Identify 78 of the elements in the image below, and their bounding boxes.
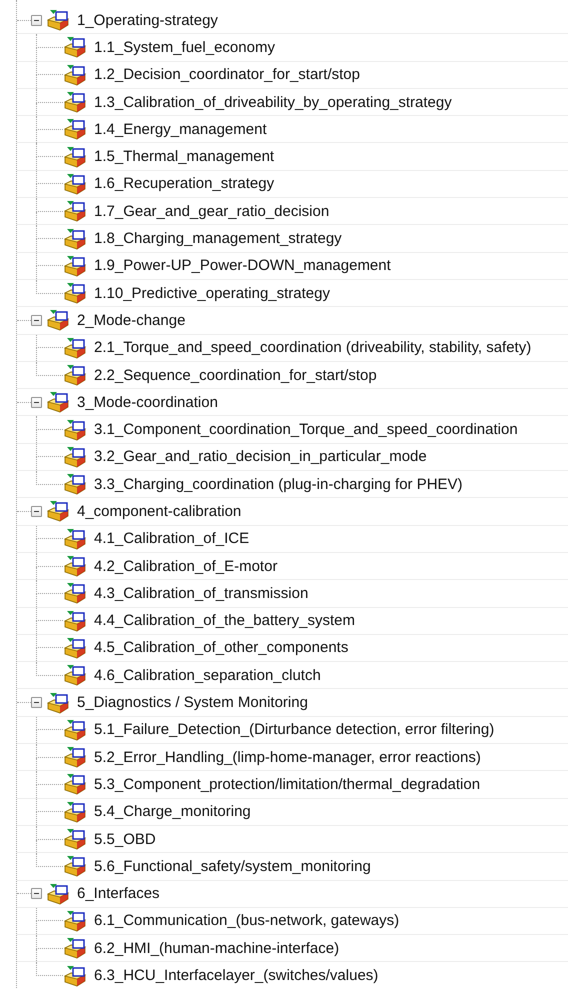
- tree-node-label[interactable]: 1.4_Energy_management: [94, 120, 267, 138]
- tree-node-label[interactable]: 1.2_Decision_coordinator_for_start/stop: [94, 66, 360, 84]
- tree-node-label[interactable]: 6_Interfaces: [77, 885, 160, 902]
- tree-node-label[interactable]: 5.4_Charge_monitoring: [94, 803, 251, 820]
- box-icon: [63, 254, 87, 277]
- tree-node-label[interactable]: 3_Mode-coordination: [77, 394, 218, 411]
- box-icon: [63, 582, 87, 604]
- tree-node-label[interactable]: 1.6_Recuperation_strategy: [94, 175, 274, 192]
- expand-toggle[interactable]: [31, 14, 42, 26]
- box-icon: [63, 555, 87, 578]
- tree-node-label[interactable]: 6.3_HCU_Interfacelayer_(switches/values): [94, 967, 378, 984]
- box-icon: [63, 610, 87, 632]
- tree-node-label[interactable]: 4.6_Calibration_separation_clutch: [94, 666, 321, 684]
- box-icon: [46, 309, 70, 332]
- box-icon: [63, 64, 87, 86]
- box-icon: [63, 746, 87, 768]
- tree-node-label[interactable]: 5.6_Functional_safety/system_monitoring: [94, 858, 371, 875]
- tree-node-label[interactable]: 2.2_Sequence_coordination_for_start/stop: [94, 366, 377, 384]
- tree-node-label[interactable]: 4.3_Calibration_of_transmission: [94, 584, 308, 602]
- box-icon: [63, 910, 87, 932]
- tree-node-label[interactable]: 1.9_Power-UP_Power-DOWN_management: [94, 257, 391, 274]
- expand-toggle[interactable]: [31, 697, 42, 708]
- box-icon: [46, 500, 70, 522]
- tree-node-label[interactable]: 5.2_Error_Handling_(limp-home-manager, error reactions): [94, 748, 481, 766]
- box-icon: [63, 800, 87, 823]
- tree-node-label[interactable]: 5.3_Component_protection/limitation/thermal_degradation: [94, 776, 480, 793]
- tree-node-label[interactable]: 6.2_HMI_(human-machine-interface): [94, 940, 340, 957]
- box-icon: [63, 282, 87, 304]
- tree-node-label[interactable]: 4.4_Calibration_of_the_battery_system: [94, 612, 355, 630]
- box-icon: [63, 418, 87, 441]
- tree-node-label[interactable]: 5_Diagnostics / System Monitoring: [77, 694, 308, 712]
- tree-node-label[interactable]: 1.3_Calibration_of_driveability_by_operating_strategy: [94, 94, 452, 111]
- box-icon: [63, 528, 87, 550]
- tree-node-label[interactable]: 4.2_Calibration_of_E-motor: [94, 558, 278, 575]
- box-icon: [63, 964, 87, 987]
- box-icon: [63, 36, 87, 58]
- tree-node-label[interactable]: 2_Mode-change: [77, 312, 186, 329]
- tree-node-label[interactable]: 1_Operating-strategy: [77, 12, 218, 29]
- box-icon: [63, 473, 87, 496]
- box-icon: [63, 146, 87, 168]
- tree-node-label[interactable]: 1.8_Charging_management_strategy: [94, 230, 342, 248]
- box-icon: [63, 937, 87, 960]
- tree-node-label[interactable]: 3.3_Charging_coordination (plug-in-charging for PHEV): [94, 476, 463, 493]
- box-icon: [63, 364, 87, 386]
- tree-node-label[interactable]: 4.1_Calibration_of_ICE: [94, 530, 250, 548]
- tree-node-label[interactable]: 4_component-calibration: [77, 502, 242, 520]
- tree-node-label[interactable]: 1.1_System_fuel_economy: [94, 38, 275, 56]
- tree-node-label[interactable]: 5.1_Failure_Detection_(Dirturbance detection, error filtering): [94, 721, 494, 738]
- tree-node-label[interactable]: 1.7_Gear_and_gear_ratio_decision: [94, 202, 330, 220]
- box-icon: [63, 200, 87, 222]
- box-icon: [46, 692, 70, 714]
- box-icon: [63, 636, 87, 659]
- box-icon: [46, 882, 70, 905]
- box-icon: [63, 446, 87, 468]
- box-icon: [63, 718, 87, 741]
- tree-node-label[interactable]: 1.5_Thermal_management: [94, 148, 274, 166]
- box-icon: [63, 828, 87, 850]
- box-icon: [63, 118, 87, 140]
- box-icon: [63, 172, 87, 195]
- tree-node-label[interactable]: 3.2_Gear_and_ratio_decision_in_particular_mode: [94, 448, 427, 466]
- box-icon: [63, 91, 87, 114]
- box-icon: [63, 855, 87, 878]
- expand-toggle[interactable]: [31, 506, 42, 517]
- tree-node-label[interactable]: 4.5_Calibration_of_other_components: [94, 639, 348, 656]
- box-icon: [63, 228, 87, 250]
- expand-toggle[interactable]: [31, 314, 42, 326]
- tree-node-label[interactable]: 1.10_Predictive_operating_strategy: [94, 284, 330, 302]
- tree-node-label[interactable]: 5.5_OBD: [94, 830, 156, 848]
- box-icon: [63, 773, 87, 796]
- box-icon: [46, 9, 70, 32]
- tree-node-label[interactable]: 2.1_Torque_and_speed_coordination (driveability, stability, safety): [94, 339, 532, 356]
- tree-node-label[interactable]: 6.1_Communication_(bus-network, gateways): [94, 912, 400, 930]
- box-icon: [63, 664, 87, 686]
- box-icon: [63, 336, 87, 359]
- box-icon: [46, 391, 70, 414]
- expand-toggle[interactable]: [31, 396, 42, 408]
- expand-toggle[interactable]: [31, 888, 42, 900]
- tree-node-label[interactable]: 3.1_Component_coordination_Torque_and_speed_coordination: [94, 421, 518, 438]
